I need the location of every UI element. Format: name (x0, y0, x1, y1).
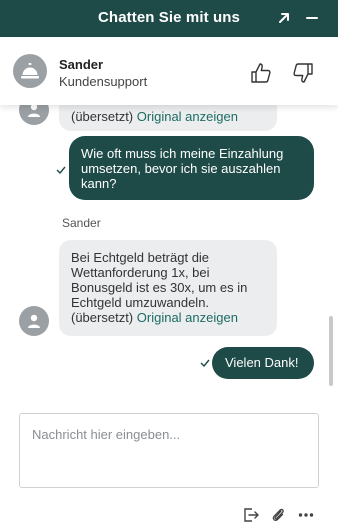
message-line: Bonusgeld ist es 30x, um es in (71, 280, 248, 295)
user-message: Wie oft muss ich meine Einzahlung umsetz… (69, 136, 314, 200)
more-icon[interactable] (297, 506, 315, 524)
message-line: Wettanforderung 1x, bei (71, 265, 210, 280)
chat-header: Chatten Sie mit uns (0, 0, 338, 37)
sender-name: Sander (62, 216, 101, 230)
message-line: Wie oft muss ich meine Einzahlung (81, 146, 284, 161)
checkmark-icon (200, 359, 210, 367)
message-line: Echtgeld umzuwandeln. (71, 295, 210, 310)
message-line: Bei Echtgeld beträgt die (71, 250, 210, 265)
minus-icon[interactable] (304, 10, 320, 26)
message-scrollbar[interactable] (329, 316, 333, 386)
message-input[interactable]: Nachricht hier eingeben... (19, 413, 319, 488)
agent-avatar-small (19, 306, 49, 336)
service-bell-icon (21, 63, 39, 79)
message-line: umsetzen, bevor ich sie auszahlen (81, 161, 281, 176)
show-original-link[interactable]: Original anzeigen (137, 310, 238, 325)
agent-avatar-small (19, 105, 49, 125)
translated-tag: (übersetzt) (71, 310, 134, 325)
agent-role: Kundensupport (59, 74, 148, 89)
user-message: Vielen Dank! (212, 347, 314, 379)
agent-message: Bei Echtgeld beträgt die Wettanforderung… (59, 240, 277, 336)
agent-message: (übersetzt) Original anzeigen (59, 105, 277, 131)
chat-title: Chatten Sie mit uns (98, 9, 240, 26)
agent-avatar (13, 54, 47, 88)
user-icon (28, 314, 40, 328)
paperclip-icon[interactable] (270, 506, 286, 524)
user-icon (28, 105, 40, 117)
thumbs-up-icon[interactable] (250, 62, 272, 84)
message-list[interactable]: (übersetzt) Original anzeigen Wie oft mu… (0, 105, 338, 395)
thumbs-down-icon[interactable] (292, 62, 314, 84)
show-original-link[interactable]: Original anzeigen (137, 109, 238, 124)
message-input-placeholder: Nachricht hier eingeben... (32, 427, 181, 442)
message-line: kann? (81, 176, 117, 191)
end-chat-icon[interactable] (242, 506, 260, 524)
agent-bar: Sander Kundensupport (0, 37, 338, 105)
agent-name: Sander (59, 57, 104, 72)
arrow-up-right-icon[interactable] (276, 10, 292, 26)
translated-tag: (übersetzt) (71, 109, 134, 124)
message-line: Vielen Dank! (225, 355, 299, 370)
checkmark-icon (56, 166, 66, 174)
